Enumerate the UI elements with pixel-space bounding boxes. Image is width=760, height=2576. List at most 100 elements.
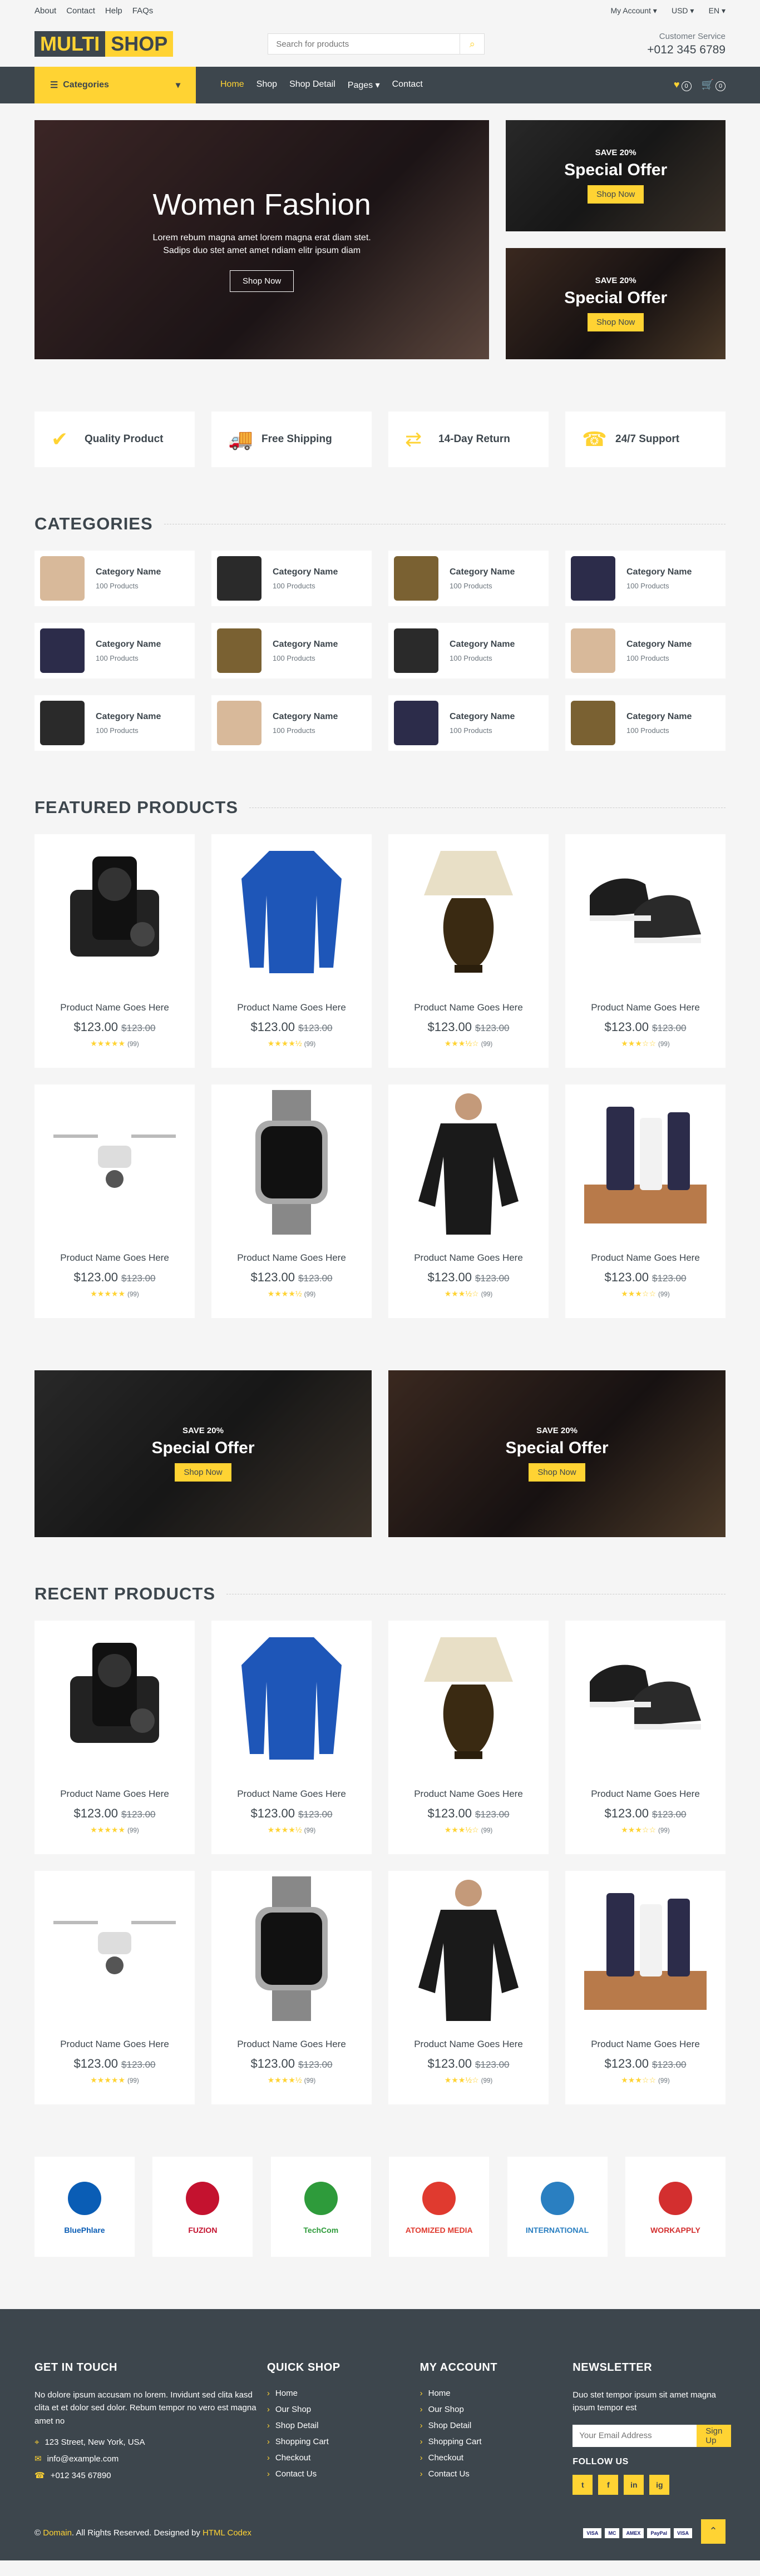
- footer-link[interactable]: › Contact Us: [267, 2469, 420, 2479]
- product-name[interactable]: Product Name Goes Here: [237, 1252, 346, 1264]
- product-name[interactable]: Product Name Goes Here: [414, 1789, 523, 1800]
- hero-shop-button[interactable]: Shop Now: [230, 270, 294, 292]
- vendor-logo[interactable]: WORKAPPLY: [625, 2157, 726, 2257]
- category-card[interactable]: Category Name 100 Products: [565, 695, 726, 751]
- newsletter-email-input[interactable]: [573, 2424, 697, 2447]
- domain-link[interactable]: Domain: [43, 2528, 72, 2538]
- star-rating-icons: ★★★★★: [90, 1825, 126, 1834]
- offer-shop-button[interactable]: Shop Now: [175, 1463, 231, 1482]
- search-icon[interactable]: ⌕: [460, 34, 484, 54]
- search-input[interactable]: [268, 34, 460, 54]
- designer-link[interactable]: HTML Codex: [203, 2528, 251, 2538]
- product-card[interactable]: Product Name Goes Here $123.00 $123.00 ★★★☆…: [565, 1621, 726, 1854]
- footer-link[interactable]: › Shop Detail: [267, 2421, 420, 2430]
- product-card[interactable]: Product Name Goes Here $123.00 $123.00 ★★★★…: [211, 1621, 372, 1854]
- top-link-contact[interactable]: Contact: [66, 6, 95, 16]
- vendor-emblem-icon: [183, 2179, 222, 2220]
- product-name[interactable]: Product Name Goes Here: [591, 2039, 700, 2050]
- vendor-name: FUZION: [188, 2226, 218, 2235]
- offer-shop-button[interactable]: Shop Now: [588, 313, 644, 331]
- top-link-help[interactable]: Help: [105, 6, 122, 16]
- nav-item-4[interactable]: Contact: [392, 80, 423, 91]
- social-icon-in[interactable]: in: [624, 2474, 644, 2495]
- nav-item-2[interactable]: Shop Detail: [289, 80, 335, 91]
- back-to-top-button[interactable]: ⌃: [701, 2519, 726, 2544]
- product-card[interactable]: Product Name Goes Here $123.00 $123.00 ★★★☆…: [565, 1871, 726, 2104]
- vendor-logo[interactable]: FUZION: [152, 2157, 253, 2257]
- language-dropdown[interactable]: EN ▾: [709, 6, 726, 15]
- product-card[interactable]: Product Name Goes Here $123.00 $123.00 ★★★½…: [388, 834, 549, 1068]
- footer-link[interactable]: › Home: [420, 2389, 573, 2398]
- product-card[interactable]: Product Name Goes Here $123.00 $123.00 ★★★½…: [388, 1621, 549, 1854]
- product-card[interactable]: Product Name Goes Here $123.00 $123.00 ★★★★…: [34, 834, 195, 1068]
- footer-link[interactable]: › Our Shop: [267, 2405, 420, 2414]
- category-card[interactable]: Category Name 100 Products: [388, 551, 549, 606]
- footer-link[interactable]: › Shop Detail: [420, 2421, 573, 2430]
- top-link-faqs[interactable]: FAQs: [132, 6, 154, 16]
- my-account-dropdown[interactable]: My Account ▾: [611, 6, 657, 15]
- category-card[interactable]: Category Name 100 Products: [211, 551, 372, 606]
- vendor-logo[interactable]: BluePhlare: [34, 2157, 135, 2257]
- product-card[interactable]: Product Name Goes Here $123.00 $123.00 ★★★☆…: [565, 1084, 726, 1318]
- product-name[interactable]: Product Name Goes Here: [60, 2039, 169, 2050]
- product-name[interactable]: Product Name Goes Here: [60, 1252, 169, 1264]
- nav-item-1[interactable]: Shop: [256, 80, 277, 91]
- vendor-logo[interactable]: TechCom: [270, 2157, 371, 2257]
- cart-button[interactable]: 🛒 0: [702, 79, 726, 91]
- product-name[interactable]: Product Name Goes Here: [237, 1002, 346, 1013]
- product-card[interactable]: Product Name Goes Here $123.00 $123.00 ★★★☆…: [565, 834, 726, 1068]
- product-name[interactable]: Product Name Goes Here: [237, 2039, 346, 2050]
- feature-label: Free Shipping: [261, 433, 332, 445]
- footer-link-label: Our Shop: [275, 2405, 312, 2414]
- footer-link[interactable]: › Our Shop: [420, 2405, 573, 2414]
- product-card[interactable]: Product Name Goes Here $123.00 $123.00 ★★★★…: [211, 1871, 372, 2104]
- product-card[interactable]: Product Name Goes Here $123.00 $123.00 ★★★★…: [211, 1084, 372, 1318]
- wishlist-button[interactable]: ♥ 0: [674, 79, 692, 91]
- footer-link[interactable]: › Home: [267, 2389, 420, 2398]
- product-card[interactable]: Product Name Goes Here $123.00 $123.00 ★★★★…: [211, 834, 372, 1068]
- product-name[interactable]: Product Name Goes Here: [60, 1002, 169, 1013]
- social-icon-ig[interactable]: ig: [649, 2474, 670, 2495]
- vendor-logo[interactable]: INTERNATIONAL: [507, 2157, 608, 2257]
- social-icon-t[interactable]: t: [573, 2474, 593, 2495]
- product-name[interactable]: Product Name Goes Here: [591, 1789, 700, 1800]
- offer-shop-button[interactable]: Shop Now: [588, 185, 644, 204]
- footer-link[interactable]: › Checkout: [267, 2453, 420, 2463]
- product-name[interactable]: Product Name Goes Here: [414, 1252, 523, 1264]
- signup-button[interactable]: Sign Up: [697, 2424, 732, 2447]
- top-link-about[interactable]: About: [34, 6, 56, 16]
- logo[interactable]: MULTI SHOP: [34, 31, 174, 57]
- product-card[interactable]: Product Name Goes Here $123.00 $123.00 ★★★★…: [34, 1871, 195, 2104]
- product-name[interactable]: Product Name Goes Here: [414, 2039, 523, 2050]
- category-card[interactable]: Category Name 100 Products: [34, 623, 195, 678]
- footer-link[interactable]: › Shopping Cart: [420, 2437, 573, 2446]
- category-name: Category Name: [626, 711, 692, 721]
- category-card[interactable]: Category Name 100 Products: [34, 695, 195, 751]
- product-name[interactable]: Product Name Goes Here: [60, 1789, 169, 1800]
- category-card[interactable]: Category Name 100 Products: [565, 551, 726, 606]
- product-name[interactable]: Product Name Goes Here: [237, 1789, 346, 1800]
- category-card[interactable]: Category Name 100 Products: [388, 623, 549, 678]
- nav-item-3[interactable]: Pages ▾: [348, 80, 380, 91]
- social-icon-f[interactable]: f: [598, 2474, 619, 2495]
- footer-link[interactable]: › Checkout: [420, 2453, 573, 2463]
- product-name[interactable]: Product Name Goes Here: [591, 1002, 700, 1013]
- category-card[interactable]: Category Name 100 Products: [34, 551, 195, 606]
- category-card[interactable]: Category Name 100 Products: [211, 623, 372, 678]
- product-card[interactable]: Product Name Goes Here $123.00 $123.00 ★★★½…: [388, 1084, 549, 1318]
- categories-toggle[interactable]: ☰ Categories ▾: [34, 67, 196, 103]
- product-card[interactable]: Product Name Goes Here $123.00 $123.00 ★★★★…: [34, 1084, 195, 1318]
- category-card[interactable]: Category Name 100 Products: [388, 695, 549, 751]
- category-card[interactable]: Category Name 100 Products: [565, 623, 726, 678]
- currency-dropdown[interactable]: USD ▾: [672, 6, 694, 15]
- nav-item-0[interactable]: Home: [220, 80, 244, 91]
- product-card[interactable]: Product Name Goes Here $123.00 $123.00 ★★★½…: [388, 1871, 549, 2104]
- footer-link[interactable]: › Shopping Cart: [267, 2437, 420, 2446]
- product-name[interactable]: Product Name Goes Here: [591, 1252, 700, 1264]
- vendor-logo[interactable]: ATOMIZED MEDIA: [389, 2157, 490, 2257]
- category-card[interactable]: Category Name 100 Products: [211, 695, 372, 751]
- product-name[interactable]: Product Name Goes Here: [414, 1002, 523, 1013]
- offer-shop-button[interactable]: Shop Now: [529, 1463, 585, 1482]
- product-card[interactable]: Product Name Goes Here $123.00 $123.00 ★★★★…: [34, 1621, 195, 1854]
- footer-link[interactable]: › Contact Us: [420, 2469, 573, 2479]
